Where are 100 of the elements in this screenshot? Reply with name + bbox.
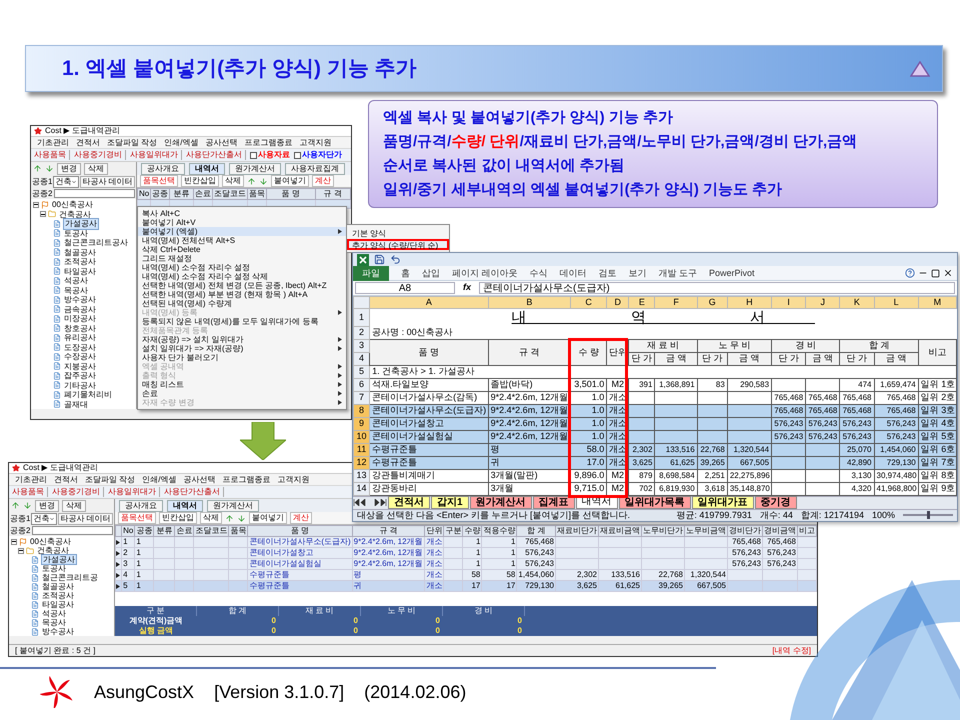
expand-toggle-icon[interactable] — [33, 202, 39, 208]
grid-toolbar-button[interactable]: 계산 — [290, 512, 312, 524]
category-select[interactable]: 건축 — [31, 512, 58, 524]
tree-item[interactable]: 토공사 — [41, 564, 67, 573]
name-box[interactable]: A8 — [355, 282, 455, 294]
menu-item[interactable]: 기초관리 — [15, 474, 47, 484]
grid-toolbar-button[interactable]: 삭제 — [200, 512, 222, 524]
grid-toolbar-button[interactable]: 품목선택 — [118, 512, 156, 524]
sheet-row[interactable]: 12 수평규준틀 귀 17.0 개소 3,625 61,625 39,265 667,505 42,890 729,130 일위 7호 — [354, 456, 956, 470]
side-button[interactable]: 삭제 — [84, 162, 108, 174]
menu-item[interactable]: 붙여넣기 Alt+V — [138, 218, 346, 227]
down-arrow-icon[interactable] — [237, 514, 246, 522]
menu-item[interactable]: 선택한 내역(명세) 부분 변경 (현재 항목 ) Alt+A — [138, 290, 346, 299]
ribbon-tab[interactable]: 검토 — [598, 266, 617, 281]
ribbon-tab[interactable]: 삽입 — [422, 266, 440, 281]
toolbar-button[interactable]: 사용일위대가 — [108, 487, 160, 497]
tree-item[interactable]: 철근콘크리트공 — [41, 573, 99, 582]
tab[interactable]: 내역서 — [167, 500, 203, 512]
tree-item[interactable]: 폐기물처리비 — [63, 390, 113, 400]
up-arrow-icon[interactable] — [247, 176, 256, 186]
tree-item[interactable]: 00신축공사 — [29, 537, 72, 546]
grid-row[interactable]: 5 1 수평규준틀 귀 개소 17 17 729,130 3,625 61,625 39,265 667,505 — [116, 580, 816, 592]
toolbar-button[interactable]: 사용중기경비 — [74, 150, 126, 160]
toolbar-button[interactable]: 사용품목 — [12, 487, 48, 497]
menu-item[interactable]: 견적서 — [76, 138, 100, 148]
grid-row[interactable]: 4 1 수평규준틀 평 개소 58 58 1,454,060 2,302 133,516 22,768 1,320,544 — [116, 570, 816, 580]
grid-row[interactable]: 3 1 콘테이너가설실험실 9*2.4*2.6m, 12개월 개소 1 1 576,243 576,243 576,243 — [116, 558, 816, 570]
expand-toggle-icon[interactable] — [11, 538, 17, 544]
ribbon-tab[interactable]: 홈 — [401, 266, 410, 281]
grid-toolbar-button[interactable]: 붙여넣기 — [271, 175, 309, 187]
sheet-row[interactable]: 9 콘테이너가설창고 9*2.4*2.6m, 12개월 1.0 개소 576,243 576,243 576,243 576,243 일위 4호 — [354, 417, 956, 430]
menu-item[interactable]: 삭제 Ctrl+Delete — [138, 245, 346, 254]
sheet-tab[interactable]: 견적서 — [388, 496, 430, 510]
menu-item[interactable]: 내역(명세) 소수점 자리수 설정 삭제 — [138, 272, 346, 281]
grid-row[interactable]: 1 1 콘테이너가설사무소(도급자) 9*2.4*2.6m, 12개월 개소 1 1 765,468 765,468 765,468 — [116, 536, 816, 548]
save-icon[interactable] — [374, 254, 385, 266]
menu-item[interactable]: 프로그램종료 — [244, 138, 292, 148]
grid-row[interactable]: 2 1 콘테이너가설창고 9*2.4*2.6m, 12개월 개소 1 1 576,243 576,243 576,243 — [116, 548, 816, 558]
menu-item[interactable]: 내역(명세) 전체선택 Alt+S — [138, 236, 346, 245]
side-button[interactable]: 변경 — [35, 500, 59, 512]
restore-icon[interactable] — [931, 268, 940, 278]
tree-item[interactable]: 골재대 — [63, 400, 89, 409]
tree-item[interactable]: 건축공사 — [58, 210, 92, 219]
tree-item[interactable]: 석공사 — [63, 276, 89, 286]
tree-item[interactable]: 조적공사 — [63, 257, 97, 266]
tree-item[interactable]: 창호공사 — [63, 324, 97, 333]
sheet-row[interactable]: 7 콘테이너가설사무소(감독) 9*2.4*2.6m, 12개월 1.0 개소 765,468 765,468 765,468 765,468 일위 2호 — [354, 391, 956, 404]
ribbon-tab[interactable]: 페이지 레이아웃 — [452, 266, 518, 281]
menu-item[interactable]: 붙여넣기 (엑셀) — [138, 227, 346, 236]
menu-item[interactable]: 기초관리 — [37, 138, 69, 148]
tree-item[interactable]: 목공사 — [41, 618, 67, 627]
tree-item[interactable]: 잡주공사 — [63, 371, 97, 380]
tree-item[interactable]: 타일공사 — [41, 600, 75, 609]
zoom-slider[interactable] — [903, 514, 953, 516]
ribbon-tab[interactable]: 보기 — [628, 266, 647, 281]
menu-item[interactable]: 추가 양식 (수량/단위 순) — [347, 239, 449, 250]
menu-item[interactable]: 견적서 — [54, 474, 78, 484]
input-field[interactable] — [54, 189, 135, 198]
tree-item[interactable]: 철근콘크리트공사 — [63, 238, 129, 248]
menu-item[interactable]: 사용자 단가 불러오기 — [138, 353, 346, 362]
category-select[interactable]: 건축 — [53, 176, 80, 188]
grid-toolbar-button[interactable]: 삭제 — [222, 175, 244, 187]
tab[interactable]: 사용자료집계 — [285, 163, 345, 175]
tree-item[interactable]: 유리공사 — [63, 333, 97, 342]
menu-item[interactable]: 복사 Alt+C — [138, 209, 346, 218]
ribbon-tab[interactable]: 데이터 — [560, 266, 587, 281]
tree-item[interactable]: 토공사 — [63, 228, 89, 238]
menu-item[interactable]: 설치 일위대가 => 자재(공량) — [138, 344, 346, 353]
down-arrow-icon[interactable] — [259, 176, 268, 186]
sheet-row[interactable]: 6 석재.타일보양 졸밥(바닥) 3,501.0 M2 391 1,368,891 83 290,583 474 1,659,474 일위 1호 — [354, 378, 956, 392]
tab[interactable]: 공사개요 — [141, 163, 185, 175]
tab[interactable]: 내역서 — [189, 163, 225, 175]
tree-item[interactable]: 철골공사 — [41, 582, 75, 591]
tree-item[interactable]: 도장공사 — [63, 342, 97, 352]
sheet-tab[interactable]: 중기경 — [754, 496, 797, 510]
menu-item[interactable]: 고객지원 — [299, 138, 332, 148]
tree-item[interactable]: 타일공사 — [63, 266, 97, 276]
slider-thumb[interactable] — [926, 511, 930, 520]
grid-toolbar-button[interactable]: 빈칸삽입 — [181, 175, 219, 187]
grid-toolbar-button[interactable]: 품목선택 — [140, 175, 178, 187]
tree-item[interactable]: 목공사 — [63, 286, 89, 295]
menu-item[interactable]: 고객지원 — [277, 474, 310, 484]
sheet-row[interactable]: 8 콘테이너가설사무소(도급자) 9*2.4*2.6m, 12개월 1.0 개소 765,468 765,468 765,468 765,468 일위 3호 — [354, 404, 956, 418]
tree-item[interactable]: 방수공사 — [41, 627, 75, 636]
ribbon-tab[interactable]: PowerPivot — [709, 266, 755, 281]
sheet-tab[interactable]: 일위대가표 — [692, 496, 754, 510]
up-arrow-icon[interactable] — [11, 501, 20, 510]
sheet-row[interactable]: 10 콘테이너가설실험실 9*2.4*2.6m, 12개월 1.0 개소 576,243 576,243 576,243 576,243 일위 5호 — [354, 430, 956, 444]
undo-icon[interactable] — [390, 254, 401, 266]
toolbar-button[interactable]: 사용일위대가 — [130, 150, 182, 160]
triangle-icon[interactable] — [910, 60, 930, 76]
tree-item[interactable]: 건축공사 — [36, 546, 70, 555]
expand-toggle-icon[interactable] — [40, 211, 46, 218]
toolbar-button[interactable]: 사용단가산출서 — [164, 487, 224, 497]
checkbox[interactable] — [250, 152, 257, 158]
menu-item[interactable]: 선택된 내역(명세) 수량계 — [138, 299, 346, 308]
tree-item[interactable]: 철골공사 — [63, 248, 97, 257]
menu-item[interactable]: 그리드 재설정 — [138, 254, 346, 263]
up-arrow-icon[interactable] — [33, 164, 42, 173]
down-arrow-icon[interactable] — [23, 501, 32, 510]
